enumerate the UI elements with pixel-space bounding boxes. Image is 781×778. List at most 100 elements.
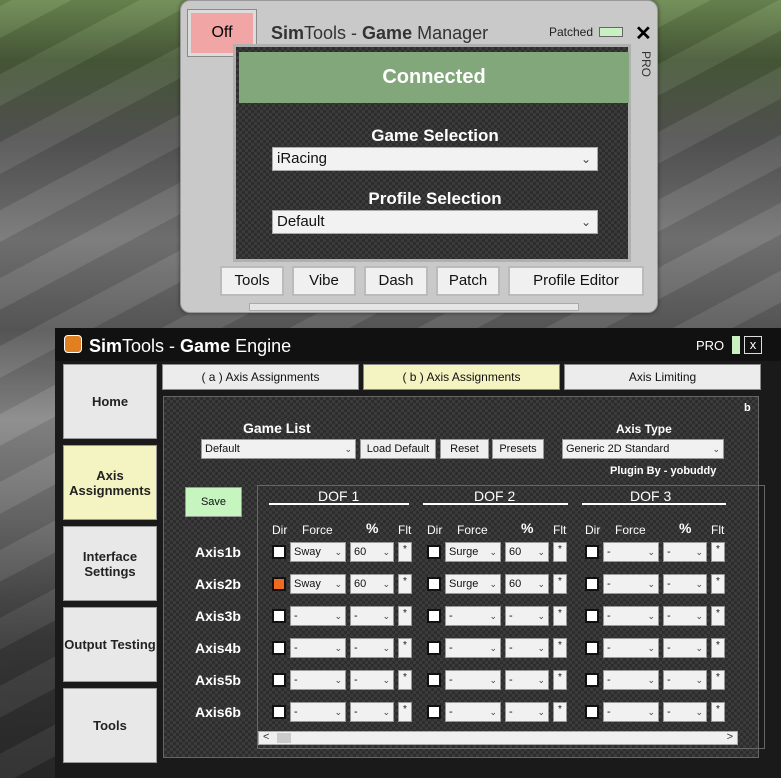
dir-checkbox[interactable] [427, 705, 441, 719]
tab-axis-assignments-b[interactable]: ( b ) Axis Assignments [363, 364, 560, 390]
percent-dropdown[interactable]: - ⌄ [505, 702, 549, 722]
percent-dropdown[interactable]: - ⌄ [350, 606, 394, 626]
percent-dropdown[interactable]: 60 ⌄ [350, 542, 394, 562]
force-dropdown[interactable]: Sway ⌄ [290, 574, 346, 594]
scroll-thumb[interactable] [277, 733, 291, 743]
percent-dropdown[interactable]: - ⌄ [505, 638, 549, 658]
filter-button[interactable]: * [553, 702, 567, 722]
nav-axis-assignments[interactable]: Axis Assignments [63, 445, 157, 520]
scroll-right-icon[interactable]: > [727, 731, 733, 743]
game-list-dropdown[interactable]: Default ⌄ [201, 439, 356, 459]
close-icon[interactable]: ✕ [635, 21, 652, 46]
horizontal-scrollbar[interactable]: < > [258, 731, 738, 745]
filter-button[interactable]: * [711, 702, 725, 722]
filter-button[interactable]: * [398, 702, 412, 722]
force-dropdown[interactable]: Surge ⌄ [445, 574, 501, 594]
close-button[interactable]: x [744, 336, 762, 354]
tab-tools[interactable]: Tools [220, 266, 284, 296]
dir-checkbox[interactable] [585, 545, 599, 559]
scrollbar[interactable] [249, 303, 579, 311]
dir-checkbox[interactable] [272, 705, 286, 719]
percent-dropdown[interactable]: 60 ⌄ [505, 574, 549, 594]
force-dropdown[interactable]: - ⌄ [445, 702, 501, 722]
dir-checkbox[interactable] [585, 673, 599, 687]
force-dropdown[interactable]: - ⌄ [290, 638, 346, 658]
tab-vibe[interactable]: Vibe [292, 266, 356, 296]
force-dropdown[interactable]: - ⌄ [603, 574, 659, 594]
dir-checkbox[interactable] [272, 673, 286, 687]
percent-dropdown[interactable]: - ⌄ [663, 574, 707, 594]
nav-interface-settings[interactable]: Interface Settings [63, 526, 157, 601]
filter-button[interactable]: * [711, 606, 725, 626]
dir-checkbox[interactable] [272, 577, 286, 591]
percent-dropdown[interactable]: - ⌄ [663, 638, 707, 658]
filter-button[interactable]: * [398, 542, 412, 562]
percent-dropdown[interactable]: 60 ⌄ [505, 542, 549, 562]
save-button[interactable]: Save [185, 487, 242, 517]
tab-dash[interactable]: Dash [364, 266, 428, 296]
filter-button[interactable]: * [711, 542, 725, 562]
force-dropdown[interactable]: - ⌄ [290, 670, 346, 690]
nav-home[interactable]: Home [63, 364, 157, 439]
filter-button[interactable]: * [711, 574, 725, 594]
dir-checkbox[interactable] [585, 577, 599, 591]
dir-checkbox[interactable] [427, 609, 441, 623]
dir-checkbox[interactable] [272, 545, 286, 559]
filter-button[interactable]: * [553, 574, 567, 594]
force-dropdown[interactable]: Sway ⌄ [290, 542, 346, 562]
force-dropdown[interactable]: - ⌄ [290, 606, 346, 626]
game-selection-dropdown[interactable]: iRacing ⌄ [272, 147, 598, 171]
force-dropdown[interactable]: - ⌄ [445, 606, 501, 626]
dir-checkbox[interactable] [585, 705, 599, 719]
filter-button[interactable]: * [398, 670, 412, 690]
dir-checkbox[interactable] [427, 641, 441, 655]
force-dropdown[interactable]: - ⌄ [603, 542, 659, 562]
tab-profile-editor[interactable]: Profile Editor [508, 266, 644, 296]
tab-axis-assignments-a[interactable]: ( a ) Axis Assignments [162, 364, 359, 390]
percent-dropdown[interactable]: - ⌄ [663, 670, 707, 690]
dir-checkbox[interactable] [427, 577, 441, 591]
filter-button[interactable]: * [553, 542, 567, 562]
filter-button[interactable]: * [553, 670, 567, 690]
filter-button[interactable]: * [553, 606, 567, 626]
scroll-left-icon[interactable]: < [263, 731, 269, 743]
percent-dropdown[interactable]: - ⌄ [350, 670, 394, 690]
force-dropdown[interactable]: - ⌄ [290, 702, 346, 722]
dir-checkbox[interactable] [427, 545, 441, 559]
nav-output-testing[interactable]: Output Testing [63, 607, 157, 682]
dir-checkbox[interactable] [272, 609, 286, 623]
filter-button[interactable]: * [553, 638, 567, 658]
profile-selection-dropdown[interactable]: Default ⌄ [272, 210, 598, 234]
force-dropdown[interactable]: - ⌄ [603, 702, 659, 722]
percent-dropdown[interactable]: - ⌄ [663, 702, 707, 722]
percent-dropdown[interactable]: 60 ⌄ [350, 574, 394, 594]
filter-button[interactable]: * [398, 638, 412, 658]
dir-checkbox[interactable] [272, 641, 286, 655]
percent-dropdown[interactable]: - ⌄ [350, 638, 394, 658]
axis-type-dropdown[interactable]: Generic 2D Standard ⌄ [562, 439, 724, 459]
dir-checkbox[interactable] [585, 641, 599, 655]
percent-dropdown[interactable]: - ⌄ [663, 606, 707, 626]
tab-patch[interactable]: Patch [436, 266, 500, 296]
percent-dropdown[interactable]: - ⌄ [505, 670, 549, 690]
force-dropdown[interactable]: Surge ⌄ [445, 542, 501, 562]
force-dropdown[interactable]: - ⌄ [445, 638, 501, 658]
nav-tools[interactable]: Tools [63, 688, 157, 763]
force-dropdown[interactable]: - ⌄ [603, 638, 659, 658]
reset-button[interactable]: Reset [440, 439, 489, 459]
filter-button[interactable]: * [398, 606, 412, 626]
filter-button[interactable]: * [711, 638, 725, 658]
dir-checkbox[interactable] [585, 609, 599, 623]
percent-dropdown[interactable]: - ⌄ [663, 542, 707, 562]
filter-button[interactable]: * [711, 670, 725, 690]
percent-dropdown[interactable]: - ⌄ [505, 606, 549, 626]
force-dropdown[interactable]: - ⌄ [603, 670, 659, 690]
tab-axis-limiting[interactable]: Axis Limiting [564, 364, 761, 390]
load-default-button[interactable]: Load Default [360, 439, 436, 459]
force-dropdown[interactable]: - ⌄ [603, 606, 659, 626]
force-dropdown[interactable]: - ⌄ [445, 670, 501, 690]
presets-button[interactable]: Presets [492, 439, 544, 459]
percent-dropdown[interactable]: - ⌄ [350, 702, 394, 722]
filter-button[interactable]: * [398, 574, 412, 594]
dir-checkbox[interactable] [427, 673, 441, 687]
